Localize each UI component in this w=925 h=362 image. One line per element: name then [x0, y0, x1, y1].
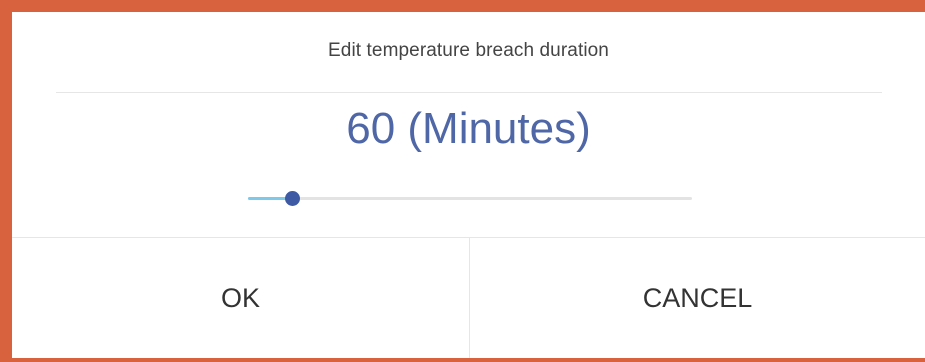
slider-track[interactable]	[248, 197, 692, 200]
title-divider	[56, 92, 882, 93]
dialog-title: Edit temperature breach duration	[328, 40, 609, 61]
duration-slider[interactable]	[248, 188, 692, 208]
ok-button[interactable]: OK	[12, 238, 469, 358]
slider-thumb[interactable]	[285, 191, 300, 206]
dialog-frame: Edit temperature breach duration 60 (Min…	[0, 0, 925, 362]
cancel-button[interactable]: CANCEL	[470, 238, 925, 358]
edit-duration-dialog: Edit temperature breach duration 60 (Min…	[12, 12, 925, 358]
duration-value: 60 (Minutes)	[346, 104, 591, 153]
